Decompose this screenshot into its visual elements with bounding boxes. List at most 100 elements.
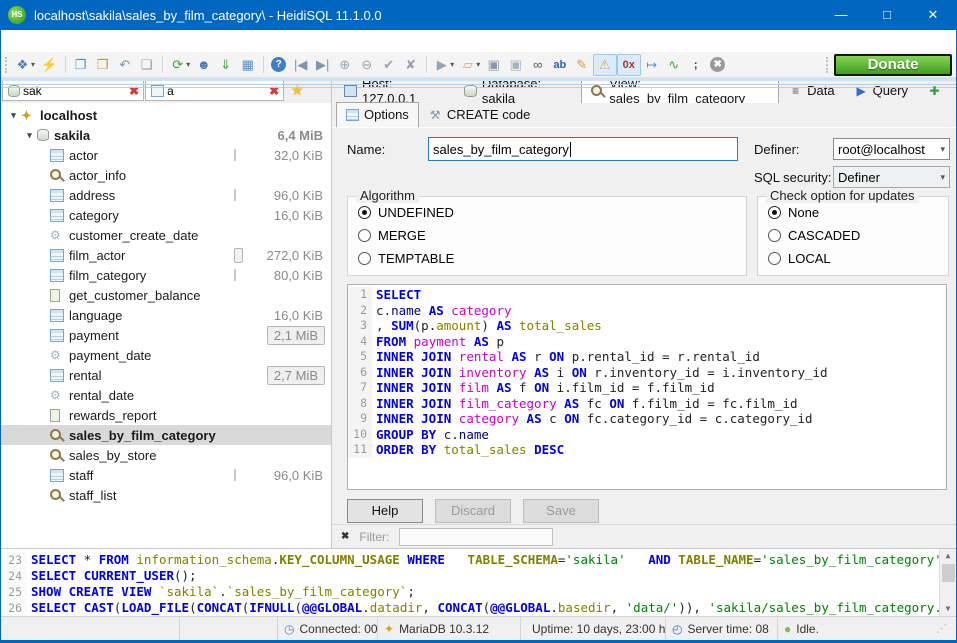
toolbar: ❖▾⚡❐❒↶❏⟳▾☻⇓▦?|◀▶|⊕⊖✔✘▶▾▱▾▣▣∞ab✎⚠0x↦∿;✖ D… [1,52,956,78]
maximize-button[interactable]: □ [864,0,910,30]
tree-item-staff[interactable]: staff 96,0 KiB [1,465,331,485]
radio-temptable[interactable]: TEMPTABLE [358,251,746,266]
toolbar-button[interactable] [426,56,427,73]
tree-item-icon [50,309,64,322]
table-filter-input[interactable] [167,84,267,98]
cancel-record-icon[interactable]: ✘ [400,54,422,76]
warnings-toggle-icon[interactable]: ⚠ [593,54,617,76]
tab-view[interactable]: View: sales_by_film_category [581,78,779,103]
user-manager-icon[interactable]: ☻ [193,54,215,76]
tree-item-customer-create-date[interactable]: customer_create_date [1,225,331,245]
tree-item-film-category[interactable]: film_category 80,0 KiB [1,265,331,285]
save-sql-icon[interactable]: ▣ [483,54,505,76]
object-size: 272,0 KiB [230,248,331,263]
scroll-up-icon[interactable]: ▲ [946,549,951,563]
tab-query[interactable]: ▶ Query [845,79,918,103]
undo-icon[interactable]: ↶ [114,54,136,76]
apply-record-icon[interactable]: ✔ [378,54,400,76]
tab-options[interactable]: Options [336,102,419,127]
radio-local[interactable]: LOCAL [768,251,948,266]
tree-item-actor-info[interactable]: actor_info [1,165,331,185]
tab-create-code[interactable]: ⚒ CREATE code [419,103,541,127]
main-panel: Host: 127.0.0.1 Database: sakila View: s… [332,78,956,548]
save-sql-as-icon[interactable]: ▣ [505,54,527,76]
radio-cascaded[interactable]: CASCADED [768,228,948,243]
radio-undefined[interactable]: UNDEFINED [358,205,746,220]
refresh-icon[interactable]: ⟳▾ [167,54,193,76]
tree-item-sales-by-store[interactable]: sales_by_store [1,445,331,465]
run-query-icon[interactable]: ▶▾ [431,54,457,76]
clear-database-filter-icon[interactable]: ✖ [127,84,141,98]
export-database-icon[interactable]: ⇓ [215,54,237,76]
tree-item-category[interactable]: category 16,0 KiB [1,205,331,225]
stop-icon[interactable]: ✖ [707,54,729,76]
toolbar-button[interactable] [65,56,66,73]
tree-item-rewards-report[interactable]: rewards_report [1,405,331,425]
copy-icon[interactable]: ❐ [70,54,92,76]
reconnect-icon[interactable]: ∿ [663,54,685,76]
definer-combobox[interactable]: root@localhost ▾ [833,138,950,160]
toolbar-button[interactable] [263,56,264,73]
sql-log-panel[interactable]: 23 SELECT * FROM information_schema.KEY_… [1,548,956,616]
radio-none[interactable]: None [768,205,948,220]
scrollbar-thumb[interactable] [942,564,955,582]
close-filter-icon[interactable]: ✖ [332,531,359,542]
close-button[interactable]: ✕ [910,0,956,30]
scroll-down-icon[interactable]: ▼ [946,602,951,616]
new-connection-icon[interactable]: ⚡ [38,54,61,76]
tree-item-film-actor[interactable]: film_actor 272,0 KiB [1,245,331,265]
discard-button[interactable]: Discard [435,499,511,523]
donate-button[interactable]: Donate [834,54,952,76]
toolbar-button[interactable] [162,56,163,73]
paste-icon[interactable]: ❒ [92,54,114,76]
tree-item-sales-by-film-category[interactable]: sales_by_film_category [1,425,331,445]
new-query-tab-button[interactable]: ✚ [918,79,956,103]
tree-item-payment[interactable]: payment 2,1 MiB [1,325,331,345]
tree-item-address[interactable]: address 96,0 KiB [1,185,331,205]
code-line: 4 FROM payment AS p [348,334,946,350]
view-sql-editor[interactable]: 1 SELECT 2 c.name AS category 3 , SUM(p.… [347,284,947,490]
next-result-icon[interactable]: ↦ [641,54,663,76]
find-icon[interactable]: ∞ [527,54,549,76]
first-record-icon[interactable]: |◀ [290,54,312,76]
insert-record-icon[interactable]: ⊕ [334,54,356,76]
save-data-icon[interactable]: ▦ [237,54,259,76]
tree-item-rental-date[interactable]: rental_date [1,385,331,405]
tree-item-sakila[interactable]: ▾ sakila 6,4 MiB [1,125,331,145]
tab-data[interactable]: ≡ Data [779,79,844,103]
print-icon[interactable]: ❏ [136,54,158,76]
delimiter-icon[interactable]: ; [685,54,707,76]
tree-item-localhost[interactable]: ▾ localhost [1,105,331,125]
expander-icon[interactable]: ▾ [7,110,20,121]
help-icon[interactable]: ? [268,54,290,76]
font-case-icon[interactable]: ab [549,54,571,76]
sql-security-dropdown[interactable]: Definer ▾ [833,166,950,188]
load-sql-icon[interactable]: ▱▾ [457,54,483,76]
radio-merge[interactable]: MERGE [358,228,746,243]
tree-item-get-customer-balance[interactable]: get_customer_balance [1,285,331,305]
tree-item-rental[interactable]: rental 2,7 MiB [1,365,331,385]
database-filter-input[interactable] [23,84,127,98]
clear-table-filter-icon[interactable]: ✖ [267,84,281,98]
delete-record-icon[interactable]: ⊖ [356,54,378,76]
format-code-icon[interactable]: ✎ [571,54,593,76]
log-line-number: 26 [1,600,27,616]
tab-database[interactable]: Database: sakila [454,79,581,103]
hex-toggle-icon[interactable]: 0x [617,54,641,76]
filter-input[interactable] [399,528,553,546]
help-button[interactable]: Help [347,499,423,523]
log-scrollbar[interactable]: ▲ ▼ [939,549,956,616]
tab-host[interactable]: Host: 127.0.0.1 [334,79,454,103]
tree-item-payment-date[interactable]: payment_date [1,345,331,365]
object-size: 80,0 KiB [230,268,331,283]
last-record-icon[interactable]: ▶| [312,54,334,76]
minimize-button[interactable]: — [818,0,864,30]
expander-icon[interactable]: ▾ [23,130,36,141]
save-button[interactable]: Save [523,499,599,523]
tree-item-language[interactable]: language 16,0 KiB [1,305,331,325]
tree-item-actor[interactable]: actor 32,0 KiB [1,145,331,165]
radio-icon [768,252,781,265]
tree-item-staff-list[interactable]: staff_list [1,485,331,505]
view-name-input[interactable]: sales_by_film_category [428,137,738,161]
session-manager-icon[interactable]: ❖▾ [12,54,38,76]
